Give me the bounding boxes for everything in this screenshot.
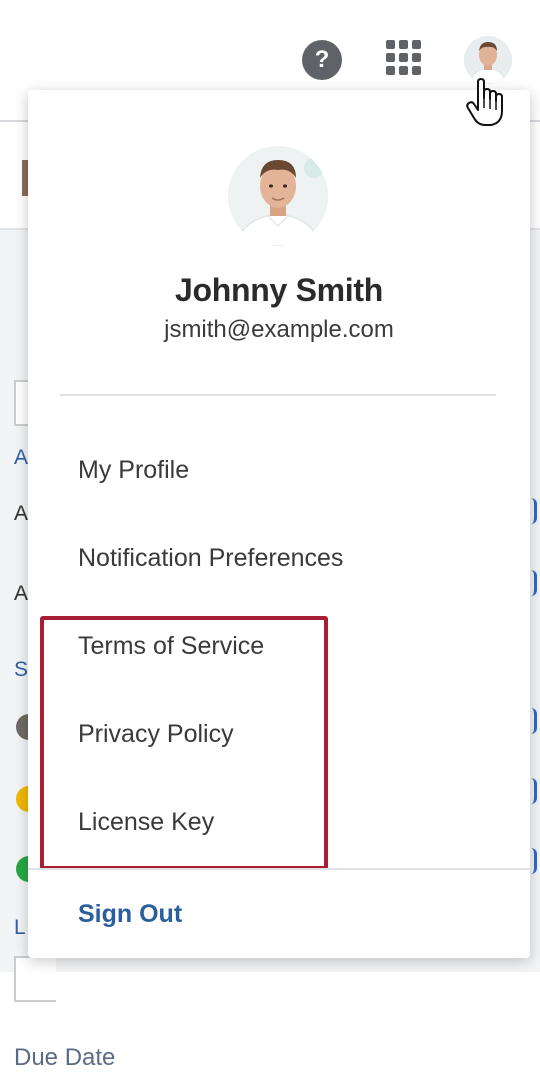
background-section-letter: L [14,916,26,939]
background-section-letter: S [14,658,29,681]
profile-dropdown-menu: Johnny Smith jsmith@example.com My Profi… [28,90,530,958]
background-row-letter: A [14,582,29,605]
profile-avatar [228,146,328,246]
user-avatar-button[interactable] [464,36,512,84]
help-icon[interactable]: ? [302,40,342,80]
menu-item-notification-preferences[interactable]: Notification Preferences [78,544,343,573]
background-row-letter: A [14,502,29,525]
background-section-letter: A [14,446,29,469]
footer-divider [28,868,530,870]
profile-avatar-photo [228,146,328,246]
sign-out-link[interactable]: Sign Out [78,900,182,929]
highlight-annotation-box [40,616,328,870]
background-input-field [14,956,56,1002]
hand-pointer-cursor-icon [466,78,504,128]
apps-grid-icon[interactable] [386,40,422,76]
menu-item-my-profile[interactable]: My Profile [78,456,189,485]
menu-divider [60,394,496,396]
user-email: jsmith@example.com [164,316,394,343]
background-due-date-label: Due Date [14,1044,116,1071]
user-display-name: Johnny Smith [175,272,383,308]
avatar-photo [464,36,512,84]
